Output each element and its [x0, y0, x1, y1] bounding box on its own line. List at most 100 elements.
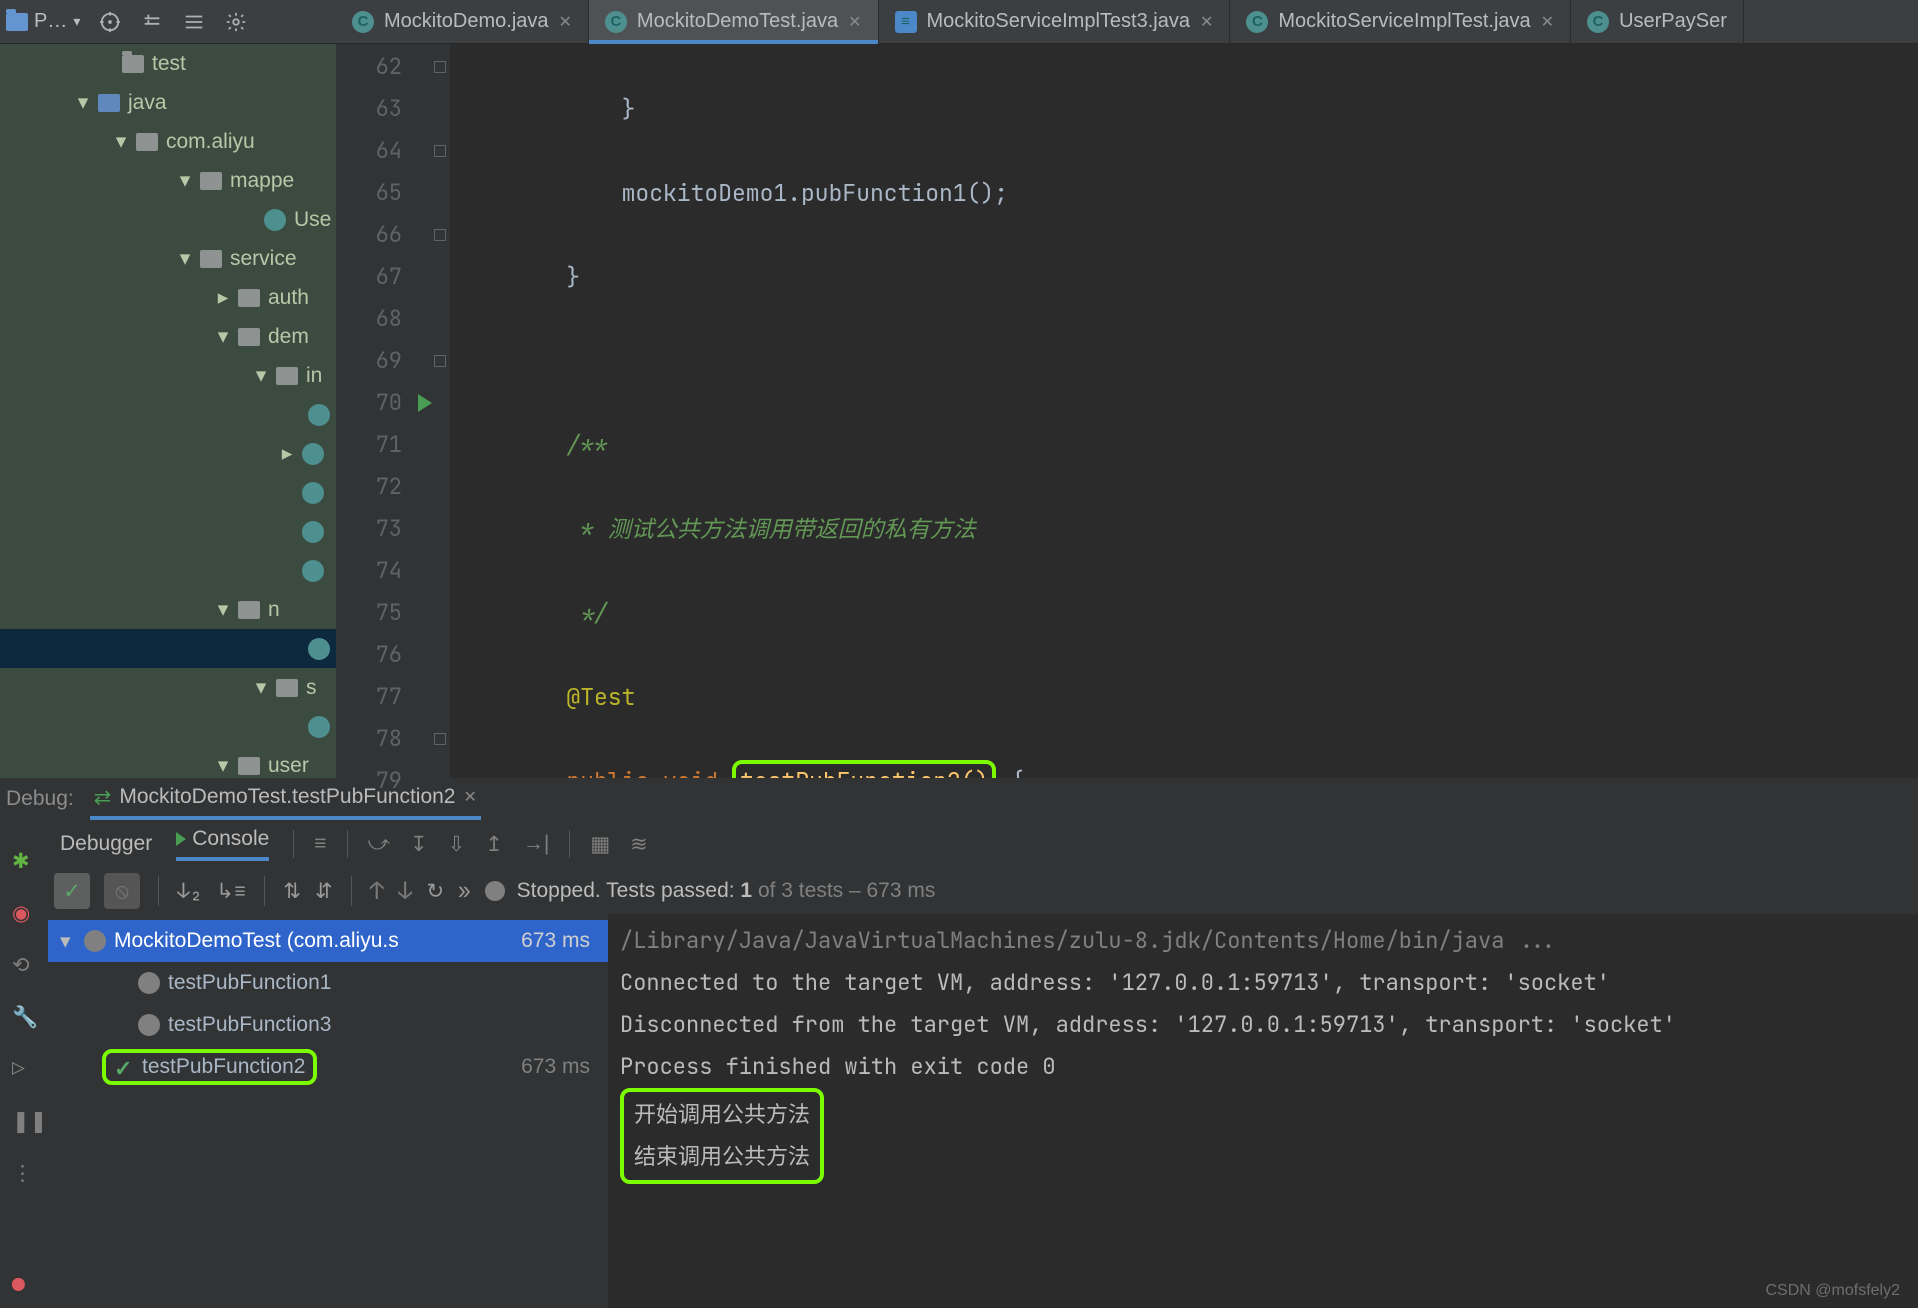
evaluate-icon[interactable]: ▦ [590, 832, 610, 857]
gutter-line[interactable]: 67 [336, 256, 450, 298]
tree-item[interactable]: Use [0, 200, 336, 239]
gutter-line[interactable]: 71 [336, 424, 450, 466]
tree-item[interactable] [0, 551, 336, 590]
gutter-line[interactable]: 62 [336, 46, 450, 88]
tree-item[interactable]: ▾in [0, 356, 336, 395]
close-icon[interactable]: ✕ [848, 12, 861, 32]
gutter-line[interactable]: 77 [336, 676, 450, 718]
force-step-into-icon[interactable]: ⇩ [448, 832, 466, 857]
tree-item[interactable]: ▾mappe [0, 161, 336, 200]
tree-item[interactable]: ▾com.aliyu [0, 122, 336, 161]
collapse-icon[interactable]: ⇵ [315, 878, 333, 905]
tab-userpayser[interactable]: CUserPaySer [1571, 0, 1744, 44]
close-icon[interactable]: ✕ [1200, 12, 1213, 32]
close-icon[interactable]: ✕ [1541, 12, 1554, 32]
gutter-line[interactable]: 65 [336, 172, 450, 214]
tree-item[interactable] [0, 395, 336, 434]
step-out-icon[interactable]: ↥ [485, 832, 503, 857]
gutter-line[interactable]: 70 [336, 382, 450, 424]
threads-icon[interactable]: ≡ [314, 832, 326, 856]
editor-tabs: CMockitoDemo.java✕ CMockitoDemoTest.java… [336, 0, 1918, 44]
close-icon[interactable]: ✕ [463, 787, 476, 807]
fold-icon[interactable] [434, 145, 446, 157]
gutter-line[interactable]: 76 [336, 634, 450, 676]
more-icon[interactable]: ⋮ [12, 1160, 36, 1184]
restart-icon[interactable]: ⟲ [12, 952, 36, 976]
collapse-all-icon[interactable] [182, 10, 206, 34]
tree-item[interactable]: test [0, 44, 336, 83]
wrench-icon[interactable]: 🔧 [12, 1004, 36, 1028]
tree-item[interactable] [0, 629, 336, 668]
gutter-line[interactable]: 69 [336, 340, 450, 382]
test-row[interactable]: ▾MockitoDemoTest (com.aliyu.s673 ms [48, 920, 608, 962]
history-icon[interactable]: ↻ [426, 878, 444, 905]
code-editor[interactable]: 626364656667686970717273747576777879 } m… [336, 44, 1918, 778]
step-into-icon[interactable]: ↧ [410, 832, 428, 857]
filter-icon[interactable]: ↳≡ [216, 878, 246, 905]
gutter-line[interactable]: 63 [336, 88, 450, 130]
play-icon [176, 832, 186, 846]
fold-icon[interactable] [434, 61, 446, 73]
fold-icon[interactable] [434, 355, 446, 367]
code-area[interactable]: } mockitoDemo1.pubFunction1(); } /** * 测… [450, 44, 1918, 778]
gutter-line[interactable]: 79 [336, 760, 450, 802]
run-gutter-icon[interactable] [418, 394, 432, 412]
settings-icon[interactable] [224, 10, 248, 34]
tree-item[interactable]: ▸ [0, 434, 336, 473]
test-row[interactable]: testPubFunction3 [48, 1004, 608, 1046]
pause-icon[interactable]: ❚❚ [12, 1108, 36, 1132]
close-icon[interactable]: ✕ [559, 12, 572, 32]
gutter-line[interactable]: 75 [336, 592, 450, 634]
tree-item[interactable]: ▾dem [0, 317, 336, 356]
sort-icon[interactable]: ↓₂ [177, 878, 202, 905]
stop-button[interactable]: ⦸ [104, 873, 140, 909]
gutter-line[interactable]: 78 [336, 718, 450, 760]
tree-item[interactable]: ▾service [0, 239, 336, 278]
tab-console[interactable]: Console [176, 827, 269, 861]
fold-icon[interactable] [434, 733, 446, 745]
target-icon[interactable] [98, 10, 122, 34]
tree-item[interactable] [0, 707, 336, 746]
tab-debugger[interactable]: Debugger [60, 832, 152, 856]
tree-item[interactable] [0, 512, 336, 551]
next-icon[interactable]: ↓ [398, 876, 412, 907]
test-tree[interactable]: ▾MockitoDemoTest (com.aliyu.s673 mstestP… [48, 914, 608, 1308]
bug-icon[interactable]: ✱ [12, 848, 36, 872]
gutter-line[interactable]: 73 [336, 508, 450, 550]
gutter-line[interactable]: 66 [336, 214, 450, 256]
tree-item[interactable] [0, 473, 336, 512]
record-icon[interactable]: ● [12, 1272, 36, 1296]
tree-item[interactable]: ▸auth [0, 278, 336, 317]
chevron-down-icon: ▾ [73, 13, 80, 30]
test-row[interactable]: testPubFunction2673 ms [48, 1046, 608, 1088]
tree-item[interactable]: ▾user [0, 746, 336, 778]
fold-icon[interactable] [434, 229, 446, 241]
more-icon[interactable]: » [458, 878, 471, 905]
tab-mockitodemo[interactable]: CMockitoDemo.java✕ [336, 0, 589, 44]
rerun-button[interactable]: ✓ [54, 873, 90, 909]
tree-item[interactable]: ▾s [0, 668, 336, 707]
tab-mockitoserviceimpltest[interactable]: CMockitoServiceImplTest.java✕ [1230, 0, 1571, 44]
gutter-line[interactable]: 64 [336, 130, 450, 172]
tab-mockitoserviceimpltest3[interactable]: ≡MockitoServiceImplTest3.java✕ [879, 0, 1231, 44]
project-dropdown[interactable]: P… ▾ [6, 10, 80, 33]
run-to-cursor-icon[interactable]: →| [523, 832, 549, 856]
stop-icon[interactable]: ◉ [12, 900, 36, 924]
console-line: Disconnected from the target VM, address… [620, 1004, 1906, 1046]
resume-icon[interactable]: ▷ [12, 1056, 36, 1080]
gutter-line[interactable]: 72 [336, 466, 450, 508]
prev-icon[interactable]: ↑ [370, 876, 384, 907]
step-over-icon[interactable]: ⤻ [368, 832, 390, 856]
tab-mockitodemotest[interactable]: CMockitoDemoTest.java✕ [589, 0, 879, 44]
expand-all-icon[interactable] [140, 10, 164, 34]
class-icon: C [605, 11, 627, 33]
trace-icon[interactable]: ≋ [630, 832, 648, 857]
gutter-line[interactable]: 74 [336, 550, 450, 592]
test-row[interactable]: testPubFunction1 [48, 962, 608, 1004]
console-output[interactable]: /Library/Java/JavaVirtualMachines/zulu-8… [608, 914, 1918, 1308]
tree-item[interactable]: ▾java [0, 83, 336, 122]
expand-icon[interactable]: ⇅ [283, 878, 301, 905]
tree-item[interactable]: ▾n [0, 590, 336, 629]
gutter-line[interactable]: 68 [336, 298, 450, 340]
project-tree[interactable]: test▾java▾com.aliyu▾mappeUse▾service▸aut… [0, 44, 336, 778]
